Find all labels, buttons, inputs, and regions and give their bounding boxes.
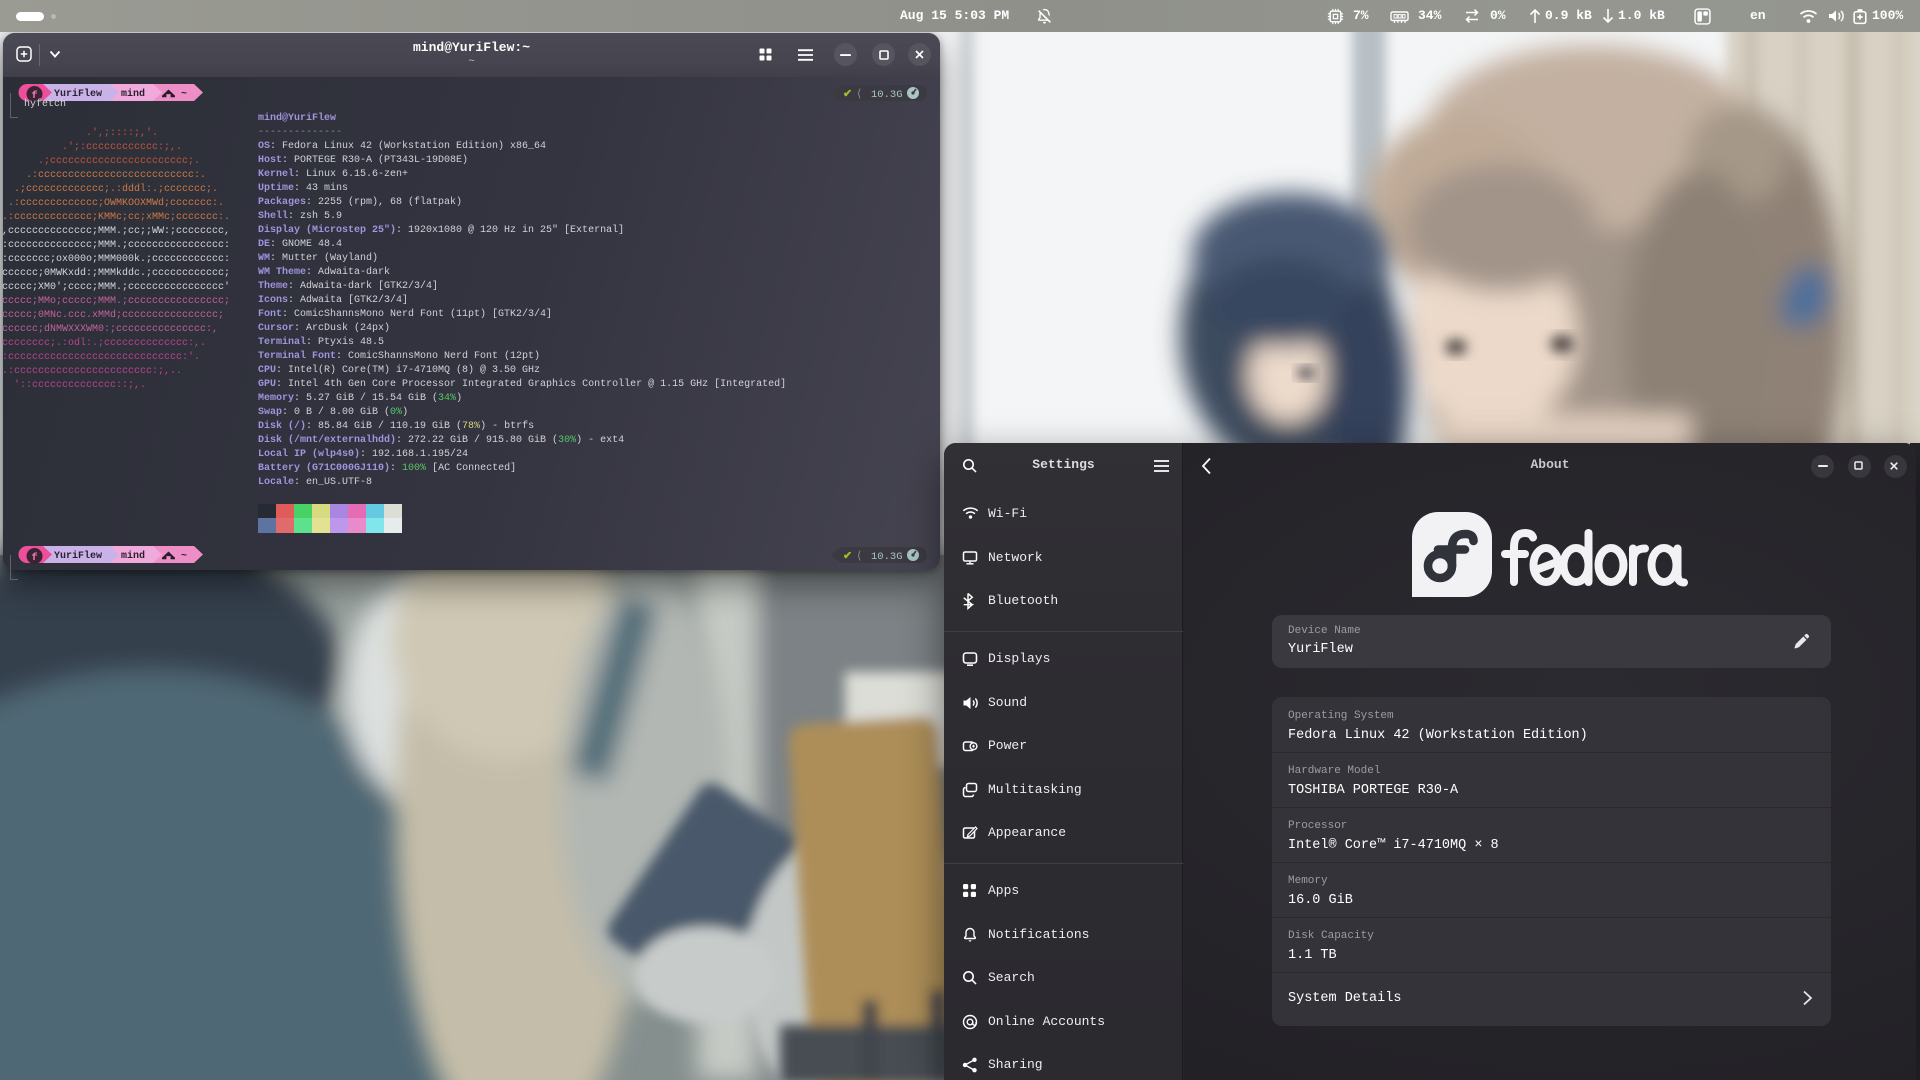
svg-text:~: ~ [181, 89, 187, 100]
svg-text:✔: ✔ [843, 89, 852, 101]
svg-text:✔: ✔ [843, 551, 852, 563]
svg-text:f: f [31, 552, 37, 564]
svg-text:10.3G: 10.3G [871, 551, 903, 563]
svg-text:⟨: ⟨ [857, 550, 861, 563]
svg-text:mind: mind [121, 88, 145, 100]
svg-text:~: ~ [181, 551, 187, 562]
svg-text:YuriFlew: YuriFlew [54, 550, 102, 562]
svg-text:⟨: ⟨ [857, 88, 861, 101]
svg-text:mind: mind [121, 550, 145, 562]
svg-text:10.3G: 10.3G [871, 89, 903, 101]
